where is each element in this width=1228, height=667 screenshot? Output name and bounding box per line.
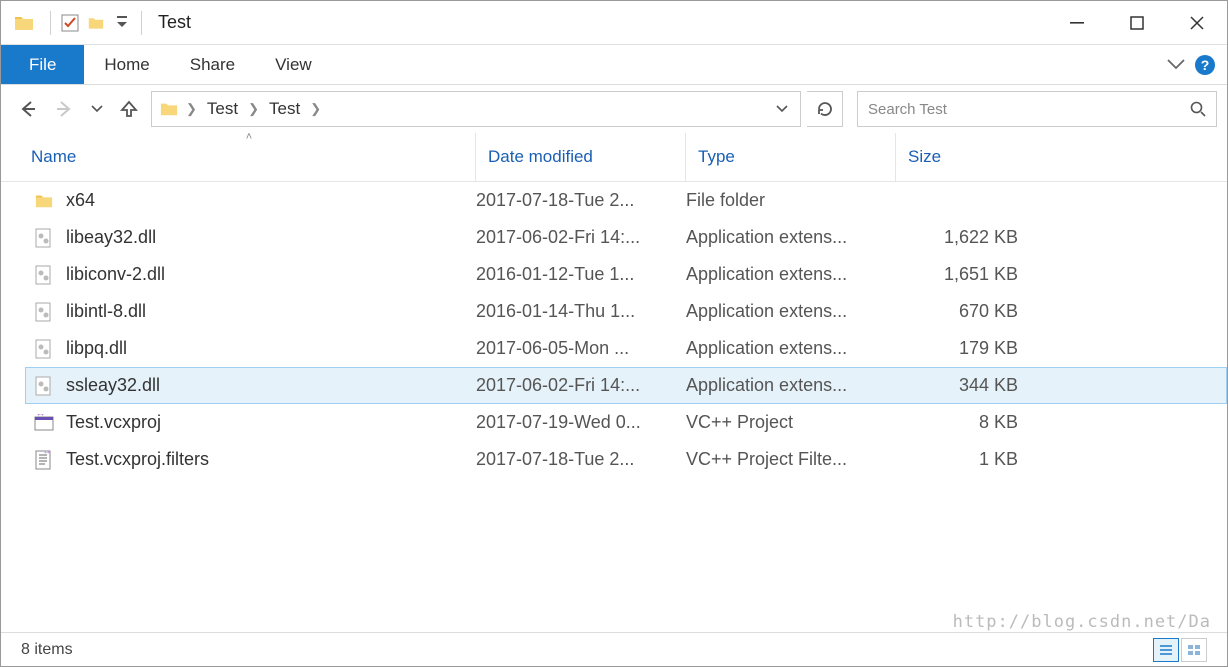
minimize-button[interactable] [1047, 1, 1107, 44]
file-date: 2017-07-18-Tue 2... [476, 449, 686, 470]
file-date: 2017-06-02-Fri 14:... [476, 375, 686, 396]
column-name[interactable]: Name ˄ [1, 133, 475, 181]
file-type: Application extens... [686, 227, 896, 248]
file-date: 2017-07-19-Wed 0... [476, 412, 686, 433]
file-row[interactable]: libintl-8.dll 2016-01-14-Thu 1...Applicat… [25, 293, 1227, 330]
up-button[interactable] [113, 93, 145, 125]
svg-text:++: ++ [37, 414, 45, 419]
column-type[interactable]: Type [685, 133, 895, 181]
separator [141, 11, 142, 35]
file-row[interactable]: libiconv-2.dll 2016-01-12-Tue 1...Applica… [25, 256, 1227, 293]
file-date: 2016-01-12-Tue 1... [476, 264, 686, 285]
folder-icon [160, 100, 178, 118]
dll-icon [34, 228, 54, 248]
search-icon[interactable] [1190, 101, 1206, 117]
vcproj-icon: ++ [34, 413, 54, 433]
ribbon-expand-icon[interactable] [1167, 59, 1185, 71]
file-row[interactable]: ++ Test.vcxproj.filters 2017-07-18-Tue 2..… [25, 441, 1227, 478]
titlebar: Test [1, 1, 1227, 45]
properties-icon[interactable] [57, 14, 83, 32]
file-date: 2016-01-14-Thu 1... [476, 301, 686, 322]
thumb-view-button[interactable] [1181, 638, 1207, 662]
file-type: Application extens... [686, 375, 896, 396]
folder-icon [14, 13, 34, 33]
forward-button[interactable] [49, 93, 81, 125]
file-type: Application extens... [686, 264, 896, 285]
file-size: 1 KB [896, 449, 1026, 470]
sort-asc-icon: ˄ [246, 131, 252, 143]
file-type: Application extens... [686, 301, 896, 322]
file-size: 8 KB [896, 412, 1026, 433]
breadcrumb-item[interactable]: Test [201, 99, 244, 119]
window-title: Test [158, 12, 191, 33]
file-date: 2017-06-02-Fri 14:... [476, 227, 686, 248]
search-input[interactable]: Search Test [857, 91, 1217, 127]
file-type: Application extens... [686, 338, 896, 359]
file-row[interactable]: ++ Test.vcxproj 2017-07-19-Wed 0...VC++ Pr… [25, 404, 1227, 441]
file-size: 179 KB [896, 338, 1026, 359]
watermark: http://blog.csdn.net/Da [953, 612, 1211, 632]
close-button[interactable] [1167, 1, 1227, 44]
tab-file[interactable]: File [1, 45, 84, 84]
tab-share[interactable]: Share [170, 45, 255, 84]
file-date: 2017-06-05-Mon ... [476, 338, 686, 359]
maximize-button[interactable] [1107, 1, 1167, 44]
file-size: 1,622 KB [896, 227, 1026, 248]
chevron-right-icon[interactable]: ❯ [310, 101, 321, 117]
tab-view[interactable]: View [255, 45, 332, 84]
file-name: Test.vcxproj [66, 412, 161, 433]
file-row[interactable]: ssleay32.dll 2017-06-02-Fri 14:...Applica… [25, 367, 1227, 404]
search-placeholder: Search Test [868, 101, 947, 118]
details-view-button[interactable] [1153, 638, 1179, 662]
window-controls [1047, 1, 1227, 44]
refresh-button[interactable] [807, 91, 843, 127]
tab-home[interactable]: Home [84, 45, 169, 84]
file-name: libpq.dll [66, 338, 127, 359]
status-count: 8 items [21, 641, 73, 659]
folder-icon[interactable] [83, 15, 109, 31]
file-size: 344 KB [896, 375, 1026, 396]
recent-dropdown-icon[interactable] [87, 93, 107, 125]
chevron-right-icon[interactable]: ❯ [186, 101, 197, 117]
vcfilter-icon: ++ [34, 450, 54, 470]
back-button[interactable] [11, 93, 43, 125]
help-button[interactable]: ? [1195, 55, 1215, 75]
breadcrumb-item[interactable]: Test [263, 99, 306, 119]
qat-dropdown-icon[interactable] [109, 16, 135, 30]
file-date: 2017-07-18-Tue 2... [476, 190, 686, 211]
column-date[interactable]: Date modified [475, 133, 685, 181]
separator [50, 11, 51, 35]
file-name: libiconv-2.dll [66, 264, 165, 285]
file-name: libintl-8.dll [66, 301, 146, 322]
file-type: VC++ Project [686, 412, 896, 433]
file-list: x642017-07-18-Tue 2...File folderlibeay3… [1, 182, 1227, 478]
svg-text:++: ++ [44, 450, 50, 456]
file-name: x64 [66, 190, 95, 211]
dll-icon [34, 265, 54, 285]
column-size[interactable]: Size [895, 133, 1035, 181]
file-row[interactable]: libpq.dll 2017-06-05-Mon ...Application e… [25, 330, 1227, 367]
file-type: File folder [686, 190, 896, 211]
dll-icon [34, 302, 54, 322]
file-size: 670 KB [896, 301, 1026, 322]
folder-icon [34, 191, 54, 211]
file-name: ssleay32.dll [66, 375, 160, 396]
navbar: ❯ Test ❯ Test ❯ Search Test [1, 85, 1227, 133]
chevron-right-icon[interactable]: ❯ [248, 101, 259, 117]
dll-icon [34, 339, 54, 359]
file-name: Test.vcxproj.filters [66, 449, 209, 470]
file-row[interactable]: x64 2017-07-18-Tue 2...File folder [25, 182, 1227, 219]
address-bar[interactable]: ❯ Test ❯ Test ❯ [151, 91, 801, 127]
ribbon: File Home Share View ? [1, 45, 1227, 85]
file-name: libeay32.dll [66, 227, 156, 248]
file-row[interactable]: libeay32.dll 2017-06-02-Fri 14:...Applica… [25, 219, 1227, 256]
file-type: VC++ Project Filte... [686, 449, 896, 470]
file-size: 1,651 KB [896, 264, 1026, 285]
view-switch [1153, 638, 1207, 662]
address-dropdown-icon[interactable] [768, 105, 796, 113]
dll-icon [34, 376, 54, 396]
status-bar: 8 items [1, 632, 1227, 666]
column-headers: Name ˄ Date modified Type Size [1, 133, 1227, 182]
